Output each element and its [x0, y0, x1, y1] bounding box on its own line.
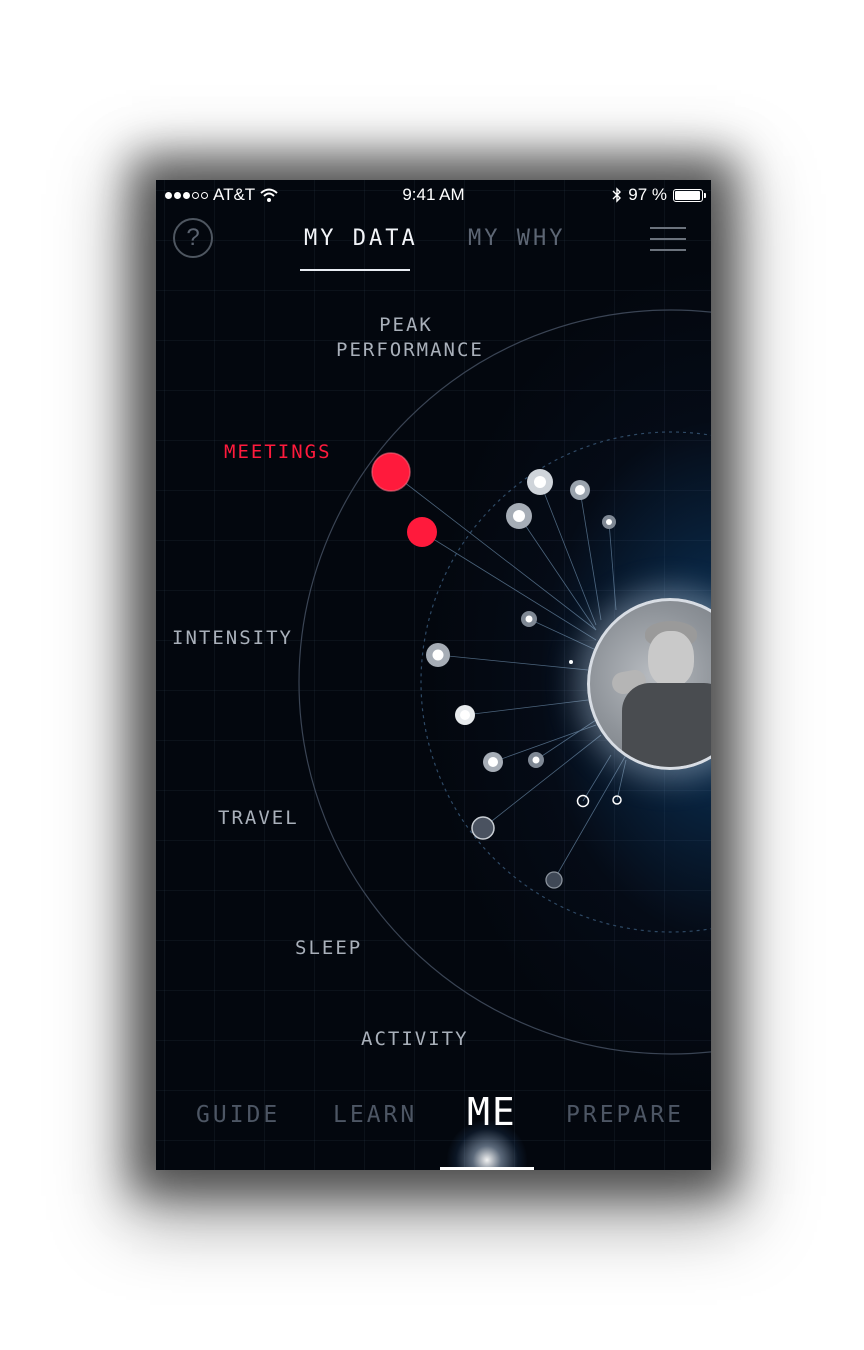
category-travel[interactable]: TRAVEL: [218, 807, 299, 829]
category-peak-performance[interactable]: PEAK PERFORMANCE: [336, 313, 484, 363]
data-node[interactable]: [471, 816, 495, 840]
data-node[interactable]: [545, 871, 563, 889]
nav-guide[interactable]: GUIDE: [196, 1102, 280, 1128]
active-nav-indicator: [440, 1167, 534, 1170]
category-meetings[interactable]: MEETINGS: [224, 441, 332, 463]
meetings-node-small[interactable]: [407, 517, 437, 547]
data-node[interactable]: [569, 660, 573, 664]
category-peak-performance-line: PEAK: [379, 314, 433, 336]
category-sleep[interactable]: SLEEP: [295, 937, 362, 959]
photo-shirt: [622, 683, 711, 767]
category-activity[interactable]: ACTIVITY: [361, 1028, 469, 1050]
nav-learn[interactable]: LEARN: [333, 1102, 417, 1128]
category-intensity[interactable]: INTENSITY: [172, 627, 293, 649]
category-peak-performance-line: PERFORMANCE: [336, 339, 484, 361]
nav-prepare[interactable]: PREPARE: [566, 1102, 684, 1128]
app-screen: AT&T 9:41 AM 97 % ? MY DATA MY WHY PEAK …: [156, 180, 711, 1170]
nav-me[interactable]: ME: [467, 1090, 517, 1134]
photo-head: [648, 631, 694, 687]
